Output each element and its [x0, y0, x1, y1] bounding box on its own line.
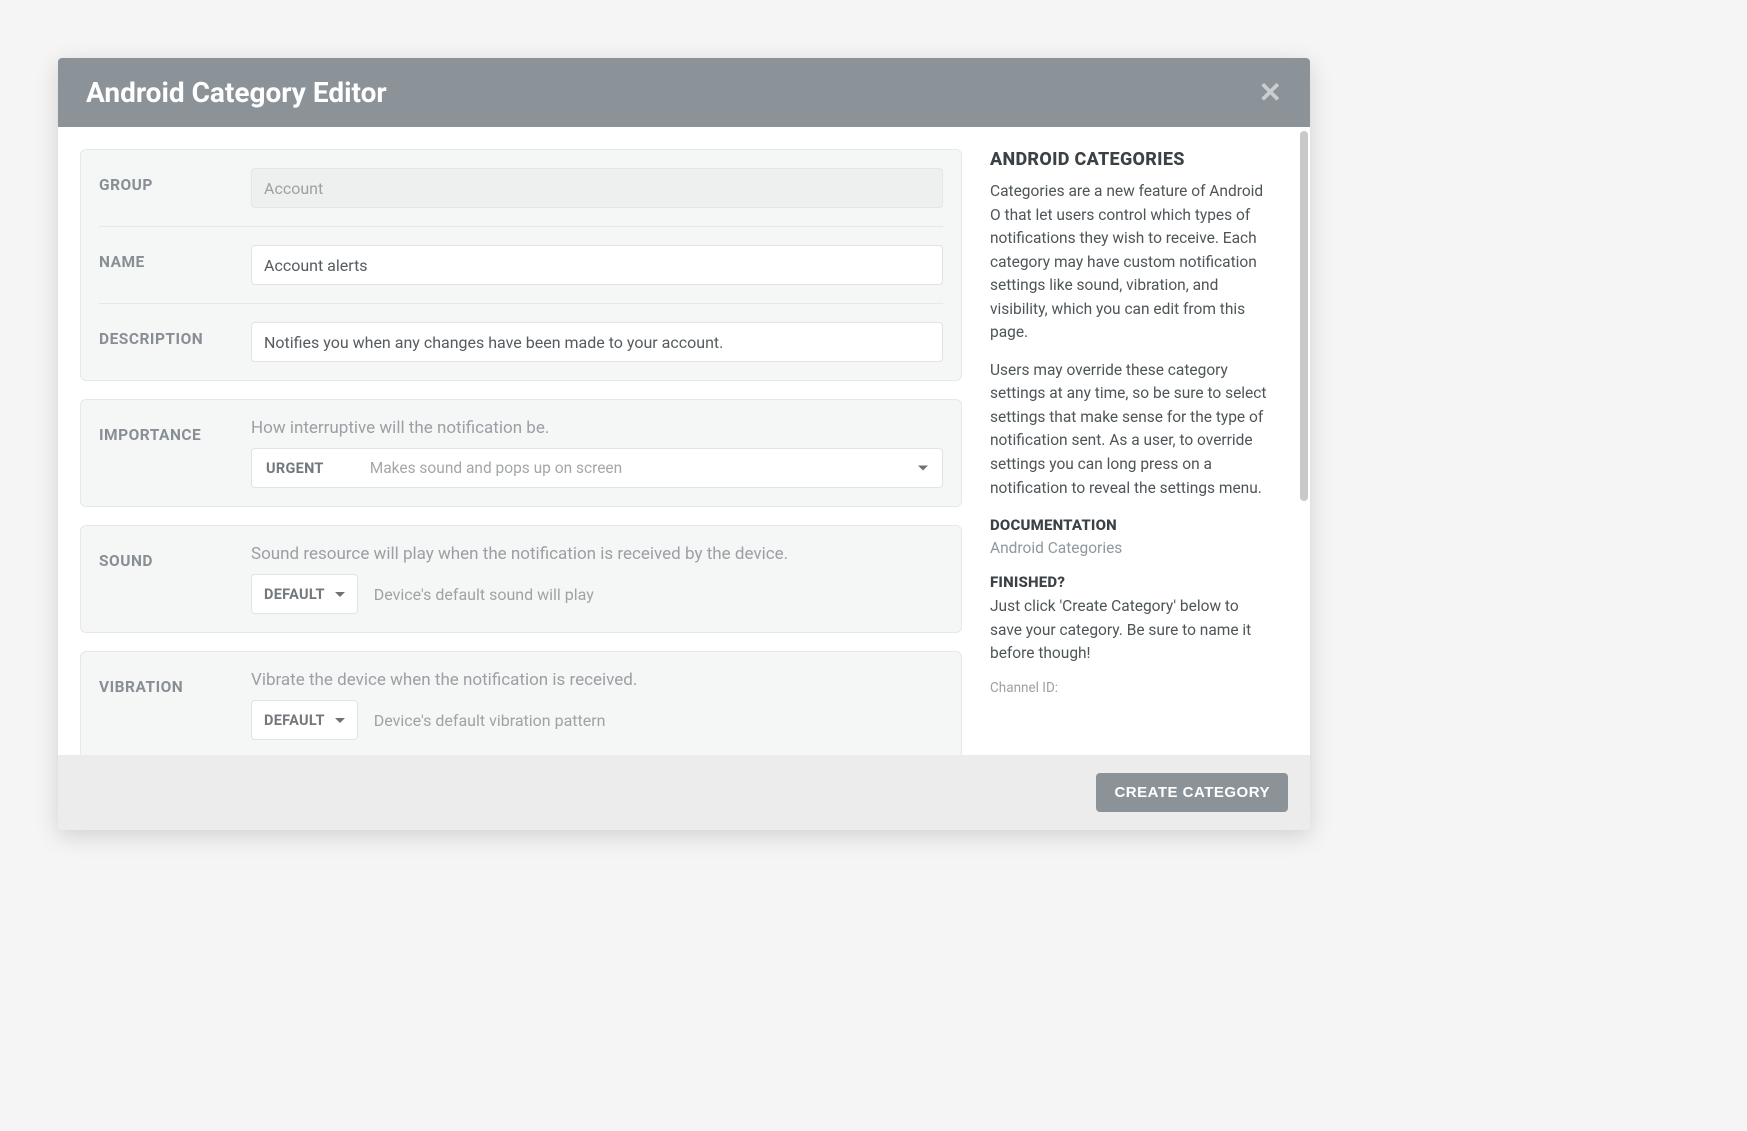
modal-header: Android Category Editor ✕: [58, 58, 1310, 127]
name-row: NAME: [99, 227, 943, 304]
description-label: DESCRIPTION: [99, 322, 251, 348]
sound-helper: Sound resource will play when the notifi…: [251, 544, 943, 564]
modal-body: GROUP NAME DESCRIPTION: [58, 127, 1310, 755]
sidebar-column: ANDROID CATEGORIES Categories are a new …: [980, 127, 1310, 755]
basic-info-card: GROUP NAME DESCRIPTION: [80, 149, 962, 381]
importance-dropdown[interactable]: URGENT Makes sound and pops up on screen: [251, 448, 943, 488]
vibration-helper: Vibrate the device when the notification…: [251, 670, 943, 690]
finished-text: Just click 'Create Category' below to sa…: [990, 595, 1272, 666]
modal-title: Android Category Editor: [86, 76, 387, 109]
chevron-down-icon: [335, 592, 345, 597]
group-row: GROUP: [99, 150, 943, 227]
group-input[interactable]: [251, 168, 943, 208]
chevron-down-icon: [335, 718, 345, 723]
sidebar-paragraph-1: Categories are a new feature of Android …: [990, 180, 1272, 345]
description-input[interactable]: [251, 322, 943, 362]
vibration-card: VIBRATION Vibrate the device when the no…: [80, 651, 962, 755]
description-row: DESCRIPTION: [99, 304, 943, 380]
importance-desc: Makes sound and pops up on screen: [370, 459, 623, 477]
importance-value: URGENT: [266, 460, 324, 477]
sound-label: SOUND: [99, 544, 251, 570]
name-label: NAME: [99, 245, 251, 271]
form-column: GROUP NAME DESCRIPTION: [58, 127, 980, 755]
documentation-heading: DOCUMENTATION: [990, 516, 1272, 534]
channel-id-label: Channel ID:: [990, 680, 1272, 696]
chevron-down-icon: [918, 466, 928, 471]
name-input[interactable]: [251, 245, 943, 285]
vibration-dropdown[interactable]: DEFAULT: [251, 700, 358, 740]
category-editor-modal: Android Category Editor ✕ GROUP NAME: [58, 58, 1310, 830]
scrollbar-thumb[interactable]: [1300, 131, 1308, 501]
close-icon[interactable]: ✕: [1259, 79, 1282, 107]
sidebar-heading: ANDROID CATEGORIES: [990, 149, 1272, 170]
vibration-row: VIBRATION Vibrate the device when the no…: [99, 652, 943, 755]
vibration-value: DEFAULT: [264, 712, 325, 729]
importance-row: IMPORTANCE How interruptive will the not…: [99, 400, 943, 506]
sound-card: SOUND Sound resource will play when the …: [80, 525, 962, 633]
importance-label: IMPORTANCE: [99, 418, 251, 444]
importance-helper: How interruptive will the notification b…: [251, 418, 943, 438]
vibration-desc: Device's default vibration pattern: [374, 711, 606, 730]
group-label: GROUP: [99, 168, 251, 194]
sound-row: SOUND Sound resource will play when the …: [99, 526, 943, 632]
importance-card: IMPORTANCE How interruptive will the not…: [80, 399, 962, 507]
create-category-button[interactable]: CREATE CATEGORY: [1096, 773, 1288, 812]
sound-desc: Device's default sound will play: [374, 585, 594, 604]
documentation-link[interactable]: Android Categories: [990, 539, 1122, 557]
sound-dropdown[interactable]: DEFAULT: [251, 574, 358, 614]
sidebar-paragraph-2: Users may override these category settin…: [990, 359, 1272, 500]
finished-heading: FINISHED?: [990, 573, 1272, 591]
modal-footer: CREATE CATEGORY: [58, 755, 1310, 830]
sound-value: DEFAULT: [264, 586, 325, 603]
vibration-label: VIBRATION: [99, 670, 251, 696]
